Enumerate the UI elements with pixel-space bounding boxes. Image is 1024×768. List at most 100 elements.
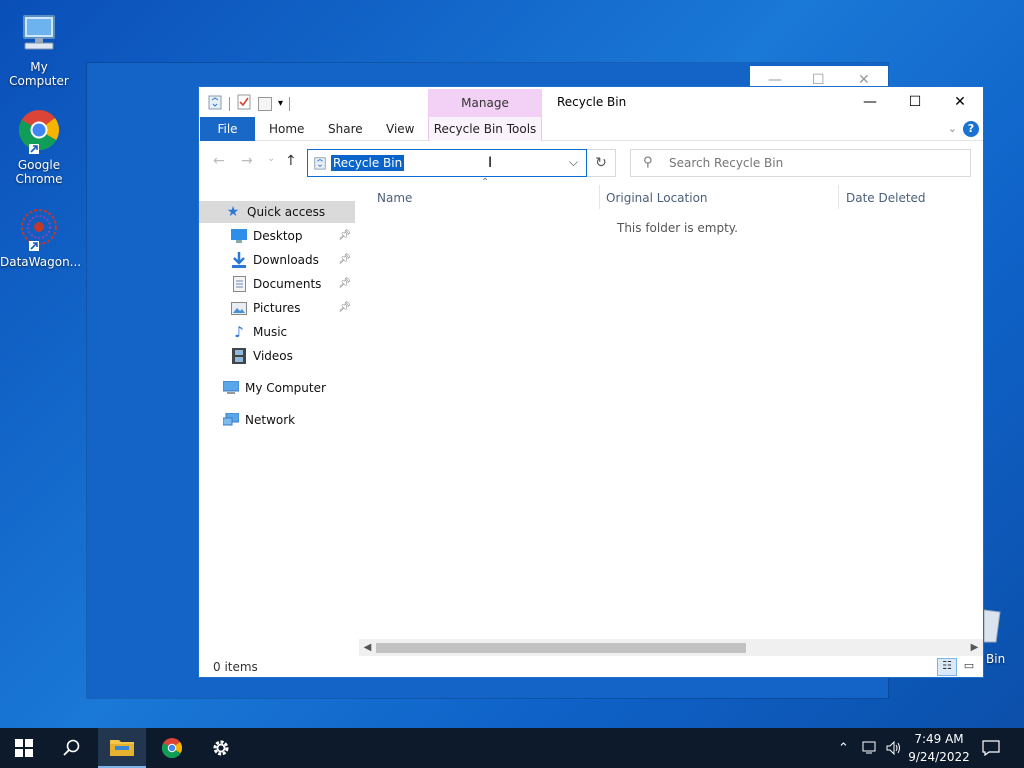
empty-folder-message: This folder is empty.: [617, 221, 738, 235]
chevron-down-icon[interactable]: ⌵: [569, 155, 578, 170]
recycle-bin-icon: [207, 94, 223, 113]
pin-icon: 📌︎: [338, 254, 351, 265]
column-divider[interactable]: [599, 185, 600, 209]
clock-time: 7:49 AM: [914, 732, 964, 746]
sidebar-item-label: Documents: [253, 277, 322, 291]
quick-access-toolbar: ▾: [207, 94, 291, 113]
scrollbar-thumb[interactable]: [376, 643, 746, 653]
search-input[interactable]: [669, 154, 959, 172]
sidebar-item-my-computer[interactable]: My Computer: [199, 377, 355, 399]
sidebar-item-videos[interactable]: Videos: [199, 345, 355, 367]
sidebar-item-music[interactable]: ♪ Music: [199, 321, 355, 343]
tab-recycle-bin-tools[interactable]: Recycle Bin Tools: [428, 117, 542, 141]
sidebar-item-label: Network: [245, 413, 296, 427]
column-header-name[interactable]: Name: [377, 187, 597, 209]
toolbar-divider: [289, 96, 291, 111]
desktop-icon-label: Bin: [986, 652, 1006, 666]
search-icon: ⚲: [643, 155, 653, 170]
column-header-date-deleted[interactable]: Date Deleted: [846, 187, 976, 209]
desktop-icon-label: Google Chrome: [15, 158, 63, 186]
sidebar-item-network[interactable]: Network: [199, 409, 355, 431]
pin-icon: 📌︎: [338, 302, 351, 313]
taskbar-settings[interactable]: [197, 728, 245, 768]
scroll-left-icon[interactable]: ◀: [359, 639, 376, 656]
network-icon: [223, 412, 239, 428]
recycle-bin-icon: [984, 609, 1001, 643]
new-folder-icon[interactable]: [258, 96, 272, 111]
details-view-icon[interactable]: ☷: [937, 658, 957, 676]
large-icons-view-icon[interactable]: ▭: [959, 658, 979, 676]
customize-toolbar-icon[interactable]: ▾: [278, 98, 283, 109]
navigation-bar: ← → ⌄ ↑ Recycle Bin I ⌵ ↻ ⚲: [199, 141, 983, 183]
forward-button[interactable]: →: [241, 153, 253, 169]
column-divider[interactable]: [838, 185, 839, 209]
network-status-icon[interactable]: [862, 728, 880, 768]
up-button[interactable]: ↑: [285, 153, 297, 169]
recent-locations-button[interactable]: ⌄: [267, 153, 275, 164]
close-button[interactable]: ✕: [937, 87, 983, 117]
desktop-icon: [231, 228, 247, 244]
horizontal-scrollbar[interactable]: ◀ ▶: [359, 639, 983, 656]
column-header-original-location[interactable]: Original Location: [606, 187, 836, 209]
gear-icon: [213, 740, 229, 756]
desktop-icon-datawagon[interactable]: DataWagon...: [0, 205, 82, 269]
tab-file[interactable]: File: [200, 117, 255, 141]
notifications-button[interactable]: [982, 728, 1000, 768]
desktop-icon-chrome[interactable]: Google Chrome: [0, 108, 78, 186]
chrome-icon: [161, 738, 182, 759]
sidebar-item-label: Desktop: [253, 229, 303, 243]
address-bar[interactable]: Recycle Bin I ⌵: [307, 149, 587, 177]
recycle-bin-icon: [313, 156, 327, 170]
notification-icon: [982, 740, 1000, 756]
back-button[interactable]: ←: [213, 153, 225, 169]
maximize-button[interactable]: ☐: [892, 87, 938, 117]
title-bar: ▾ Manage Recycle Bin — ☐ ✕: [199, 87, 983, 118]
taskbar-file-explorer[interactable]: [98, 728, 146, 768]
computer-icon: [223, 380, 239, 396]
address-text-selected[interactable]: Recycle Bin: [331, 155, 405, 171]
text-cursor-icon: I: [488, 155, 493, 171]
show-hidden-icons-button[interactable]: ⌃: [838, 728, 849, 768]
folder-icon: [110, 740, 134, 756]
status-bar: 0 items ☷ ▭: [199, 657, 983, 677]
volume-icon[interactable]: [886, 728, 902, 768]
desktop-icon-label: My Computer: [9, 60, 69, 88]
search-icon: [63, 739, 80, 756]
music-icon: ♪: [234, 323, 244, 341]
film-icon: [231, 348, 247, 364]
desktop-icon-recycle-bin-peek[interactable]: Bin: [984, 600, 1024, 670]
sidebar-item-documents[interactable]: Documents 📌︎: [199, 273, 355, 295]
help-icon[interactable]: ?: [963, 121, 979, 137]
tab-home[interactable]: Home: [269, 117, 304, 141]
search-button[interactable]: [48, 728, 96, 768]
desktop-icon-label: DataWagon...: [0, 255, 82, 269]
tab-view[interactable]: View: [386, 117, 414, 141]
computer-icon: [15, 10, 63, 58]
taskbar: ⌃ 7:49 AM 9/24/2022: [0, 728, 1024, 768]
ribbon-tabs: File Home Share View Recycle Bin Tools ⌄…: [199, 117, 983, 141]
sidebar-item-downloads[interactable]: Downloads 📌︎: [199, 249, 355, 271]
minimize-button[interactable]: —: [847, 87, 893, 117]
sidebar-item-pictures[interactable]: Pictures 📌︎: [199, 297, 355, 319]
sidebar-item-desktop[interactable]: Desktop 📌︎: [199, 225, 355, 247]
sidebar-item-quick-access[interactable]: ★ Quick access: [199, 201, 355, 223]
expand-ribbon-icon[interactable]: ⌄: [948, 122, 957, 135]
scroll-right-icon[interactable]: ▶: [966, 639, 983, 656]
pin-icon: 📌︎: [338, 230, 351, 241]
star-icon: ★: [226, 204, 240, 220]
desktop-icon-my-computer[interactable]: My Computer: [0, 10, 78, 88]
sidebar-item-label: My Computer: [245, 381, 326, 395]
sidebar-item-label: Downloads: [253, 253, 319, 267]
chevron-up-icon: ⌃: [838, 740, 849, 756]
tab-share[interactable]: Share: [328, 117, 363, 141]
windows-logo-icon: [15, 739, 33, 757]
sidebar-item-label: Pictures: [253, 301, 301, 315]
search-box[interactable]: ⚲: [630, 149, 971, 177]
start-button[interactable]: [0, 728, 48, 768]
manage-context-tab[interactable]: Manage: [428, 89, 542, 118]
item-count: 0 items: [213, 660, 258, 674]
refresh-button[interactable]: ↻: [587, 149, 616, 177]
taskbar-chrome[interactable]: [148, 728, 196, 768]
system-clock[interactable]: 7:49 AM 9/24/2022: [905, 730, 973, 766]
properties-icon[interactable]: [236, 94, 252, 113]
